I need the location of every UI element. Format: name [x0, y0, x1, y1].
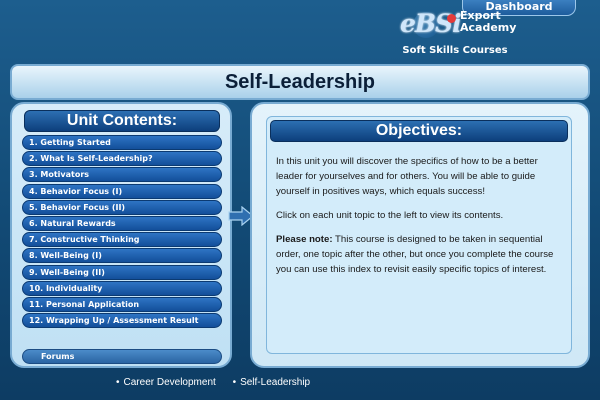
bullet-icon: •: [232, 377, 237, 388]
objectives-paragraph-1: In this unit you will discover the speci…: [276, 156, 538, 197]
unit-item-10[interactable]: 10. Individuality: [22, 280, 222, 296]
objectives-panel: Objectives: In this unit you will discov…: [250, 102, 590, 368]
objectives-text: In this unit you will discover the speci…: [276, 154, 562, 286]
breadcrumb-career-development[interactable]: Career Development: [124, 377, 216, 388]
objectives-note: Please note: This course is designed to …: [276, 232, 562, 277]
bullet-icon: •: [116, 377, 120, 388]
breadcrumb-self-leadership[interactable]: Self-Leadership: [240, 377, 310, 388]
unit-item-3[interactable]: 3. Motivators: [22, 167, 222, 183]
page-title-bar: Self-Leadership: [10, 64, 590, 100]
page-title: Self-Leadership: [224, 71, 376, 93]
unit-contents-panel: Unit Contents: 1. Getting Started 2. What…: [10, 102, 232, 368]
note-label: Please note:: [276, 234, 333, 245]
logo-dot-icon: [447, 14, 456, 23]
logo-text: Export Academy: [460, 10, 516, 34]
objectives-paragraph-2: Click on each unit topic to the left to …: [276, 210, 504, 221]
unit-item-7[interactable]: 7. Constructive Thinking: [22, 232, 222, 248]
unit-item-2[interactable]: 2. What Is Self-Leadership?: [22, 151, 222, 167]
objectives-title: Objectives:: [270, 120, 568, 142]
unit-list: 1. Getting Started 2. What Is Self-Leader…: [22, 135, 222, 329]
forums-button[interactable]: Forums: [22, 349, 222, 364]
unit-item-4[interactable]: 4. Behavior Focus (I): [22, 183, 222, 199]
course-subtitle: Soft Skills Courses: [402, 45, 508, 56]
unit-item-11[interactable]: 11. Personal Application: [22, 296, 222, 312]
logo-line-2: Academy: [460, 21, 517, 34]
unit-contents-title: Unit Contents:: [24, 110, 220, 132]
unit-item-12[interactable]: 12. Wrapping Up / Assessment Result: [22, 313, 222, 329]
breadcrumb: • Career Development • Self-Leadership: [116, 377, 324, 388]
unit-item-6[interactable]: 6. Natural Rewards: [22, 215, 222, 231]
unit-item-1[interactable]: 1. Getting Started: [22, 135, 222, 150]
ebsi-logo: eBSi Export Academy: [398, 9, 528, 49]
unit-item-5[interactable]: 5. Behavior Focus (II): [22, 199, 222, 215]
unit-item-8[interactable]: 8. Well-Being (I): [22, 248, 222, 264]
unit-item-9[interactable]: 9. Well-Being (II): [22, 264, 222, 280]
